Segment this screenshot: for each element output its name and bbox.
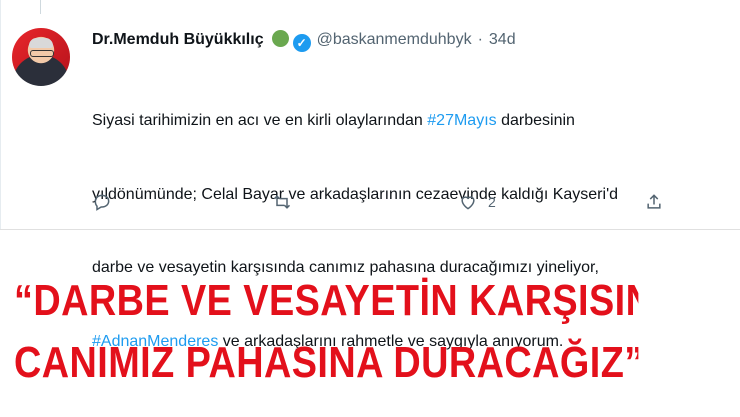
tweet-text-segment: darbesinin (496, 112, 575, 129)
thread-border (0, 0, 1, 229)
tweet-actions: 2 (92, 190, 692, 214)
reply-icon (94, 194, 110, 211)
separator-dot: · (477, 31, 483, 48)
like-button[interactable]: 2 (458, 190, 496, 214)
retweet-icon (273, 195, 291, 209)
green-circle-emoji-icon (271, 30, 289, 47)
tweet-card[interactable]: Dr.Memduh Büyükkılıç ✓ @baskanmemduhbyk · 34… (0, 0, 740, 350)
divider (0, 229, 740, 230)
avatar[interactable] (12, 28, 70, 86)
share-button[interactable] (644, 190, 674, 214)
headline-line-2: CANIMIZ PAHASINA DURACAĞIZ” (14, 338, 639, 387)
tweet-text-segment: Siyasi tarihimizin en acı ve en kirli ol… (92, 112, 428, 129)
tweet-time[interactable]: 34d (489, 31, 516, 48)
share-icon (647, 194, 661, 209)
reply-button[interactable] (92, 190, 122, 214)
headline-line-1: “DARBE VE VESAYETİN KARŞISINDA (14, 276, 638, 325)
verified-icon: ✓ (292, 34, 311, 52)
avatar-glasses (30, 50, 54, 57)
thread-connector-line (40, 0, 41, 14)
hashtag-link[interactable]: #27Mayıs (427, 112, 496, 129)
headline: “DARBE VE VESAYETİN KARŞISINDA CANIMIZ P… (14, 270, 638, 394)
retweet-button[interactable] (272, 190, 302, 214)
like-count: 2 (488, 194, 496, 210)
avatar-hair (29, 38, 53, 48)
tweet-header: Dr.Memduh Büyükkılıç ✓ @baskanmemduhbyk · 34… (92, 30, 516, 54)
author-name[interactable]: Dr.Memduh Büyükkılıç (92, 31, 264, 48)
like-icon (461, 196, 475, 210)
author-handle[interactable]: @baskanmemduhbyk (317, 31, 472, 48)
tweet-line: Siyasi tarihimizin en acı ve en kirli ol… (92, 109, 740, 134)
